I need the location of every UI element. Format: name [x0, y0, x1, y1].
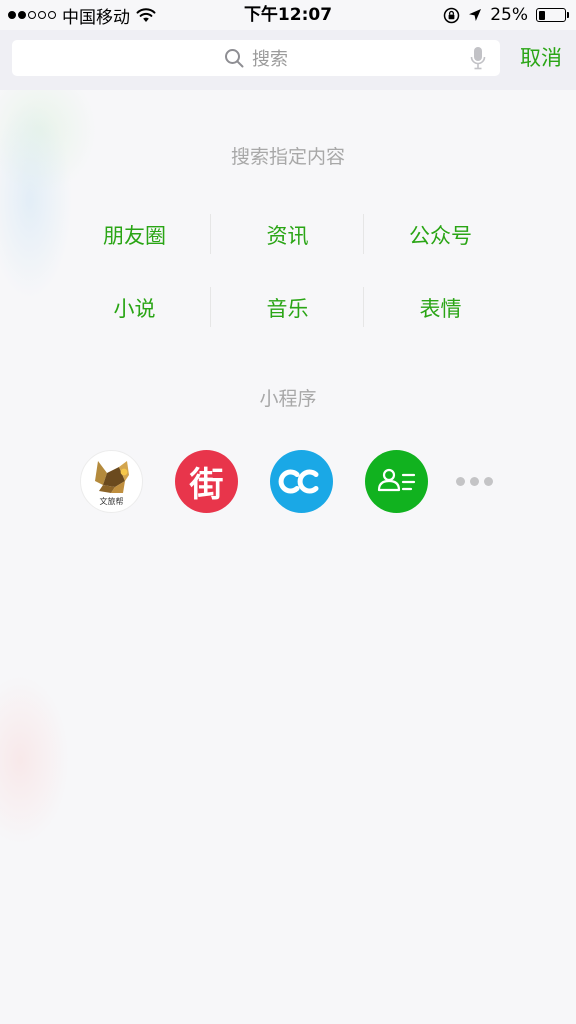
- search-placeholder: 搜索: [252, 49, 288, 70]
- mini-program-wenlvbang[interactable]: 文旅帮: [80, 450, 143, 513]
- microphone-icon[interactable]: [470, 46, 486, 70]
- rotation-lock-icon: [443, 7, 460, 23]
- category-grid: 朋友圈 资讯 公众号 小说 音乐 表情: [58, 198, 518, 344]
- category-official-accounts[interactable]: 公众号: [364, 220, 517, 250]
- category-novels[interactable]: 小说: [58, 286, 211, 327]
- mini-program-jie[interactable]: 街: [175, 450, 238, 513]
- categories-title: 搜索指定内容: [230, 146, 345, 168]
- category-moments[interactable]: 朋友圈: [58, 213, 211, 254]
- category-row: 朋友圈 资讯 公众号: [58, 198, 518, 271]
- cancel-button[interactable]: 取消: [520, 44, 562, 72]
- category-music[interactable]: 音乐: [211, 286, 364, 327]
- cc-logo-icon: [278, 469, 319, 494]
- search-icon: [225, 49, 244, 68]
- battery-icon: [536, 8, 569, 22]
- mini-program-contact-card[interactable]: [365, 450, 428, 513]
- mini-programs-row: 文旅帮 街: [80, 450, 493, 513]
- battery-percent: 25%: [490, 5, 528, 25]
- search-input[interactable]: 搜索: [12, 40, 500, 76]
- battery-level: [538, 10, 545, 20]
- jie-logo-icon: 街: [189, 465, 224, 505]
- search-inner: 搜索: [12, 40, 500, 76]
- search-header: 搜索 取消: [0, 30, 576, 90]
- location-arrow-icon: [469, 9, 482, 21]
- contact-card-logo-icon: [377, 468, 416, 492]
- wenlvbang-logo-text: 文旅帮: [99, 497, 124, 506]
- category-news[interactable]: 资讯: [211, 213, 364, 254]
- more-dots-icon[interactable]: [456, 477, 493, 486]
- mini-program-cc[interactable]: [270, 450, 333, 513]
- status-right: 25%: [443, 4, 569, 26]
- status-bar: 中国移动 下午12:07 25%: [0, 0, 576, 30]
- category-row: 小说 音乐 表情: [58, 271, 518, 344]
- mini-programs-title: 小程序: [259, 388, 317, 410]
- category-stickers[interactable]: 表情: [364, 293, 517, 323]
